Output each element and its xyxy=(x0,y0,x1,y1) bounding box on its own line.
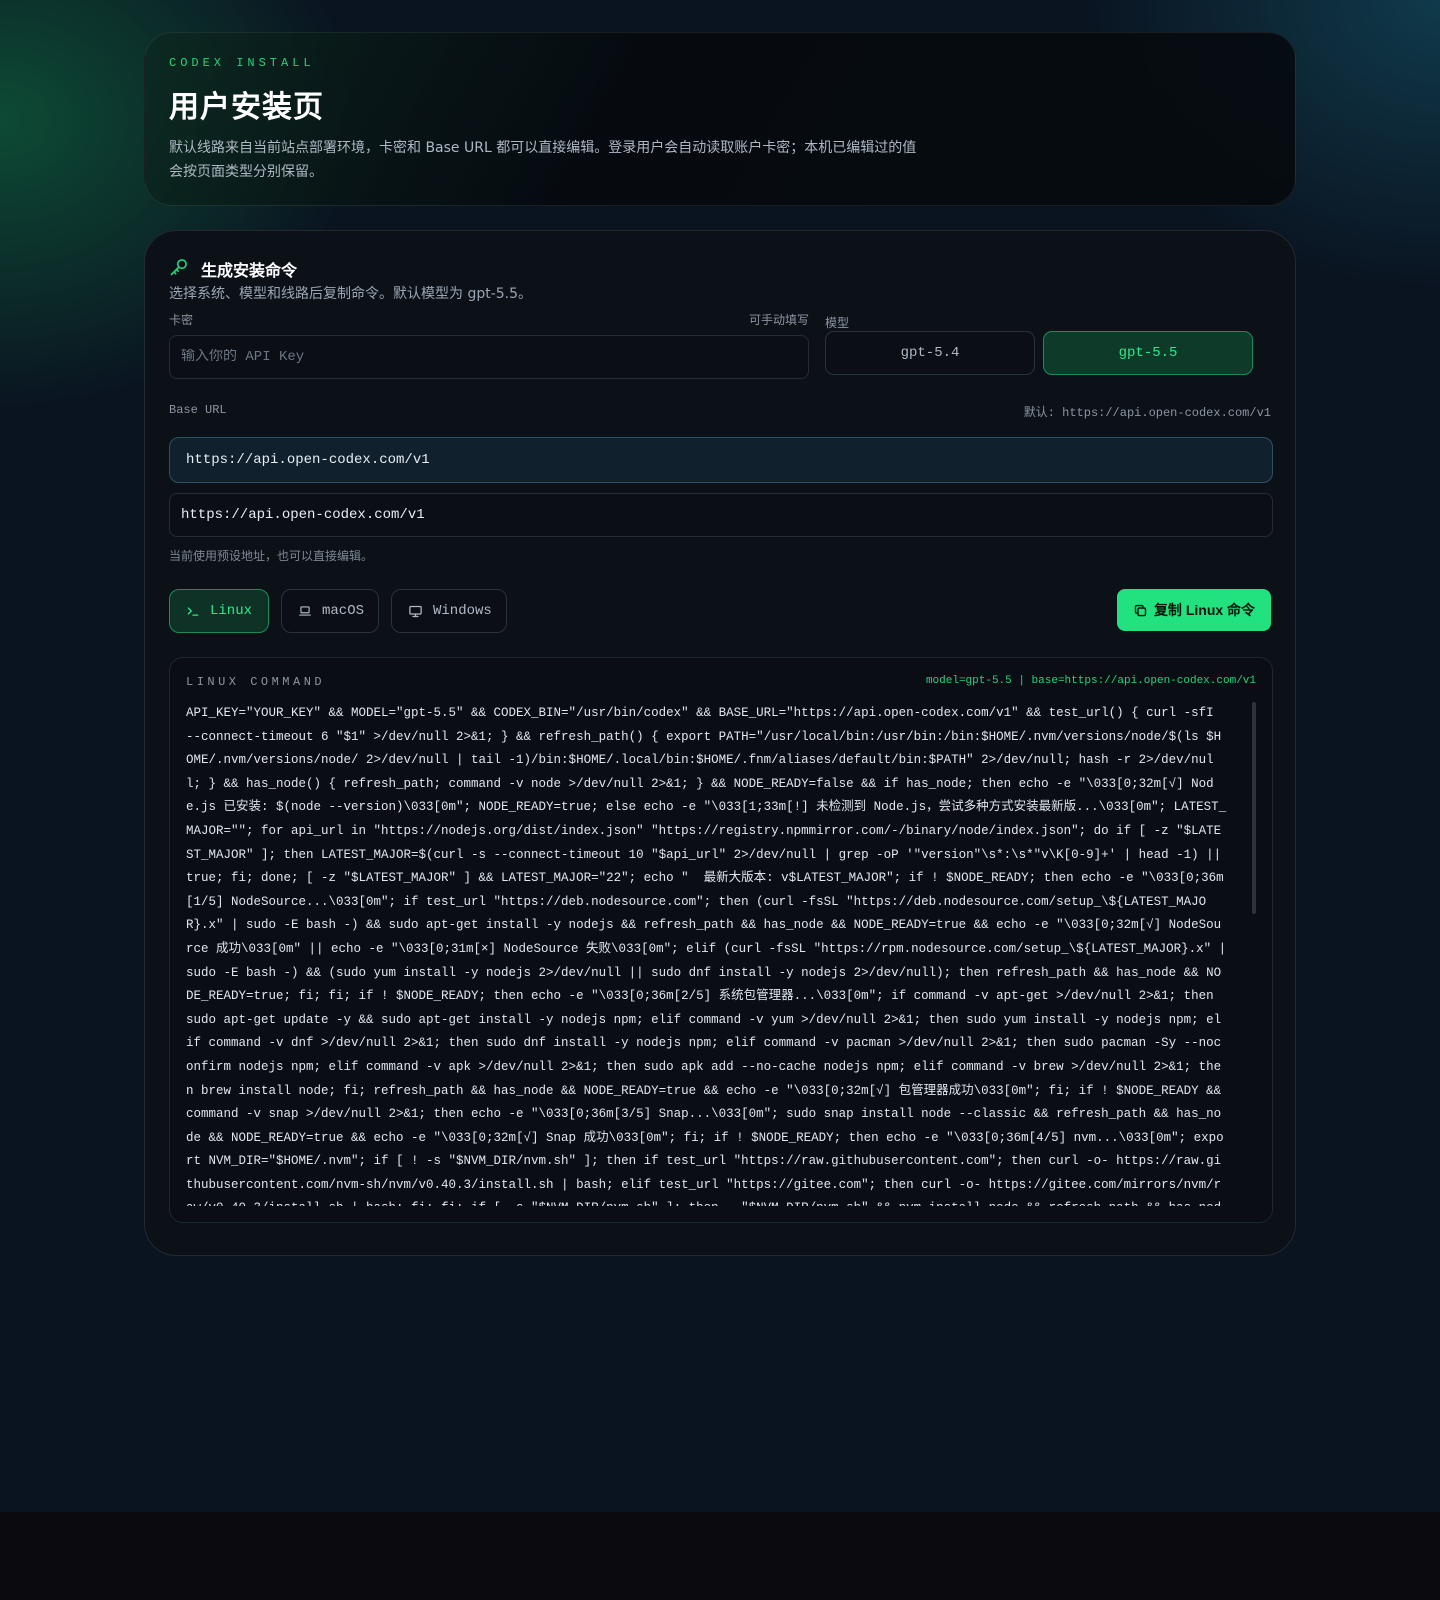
hero-eyebrow: CODEX INSTALL xyxy=(169,56,315,70)
model-option-gpt-5-4[interactable]: gpt-5.4 xyxy=(825,331,1035,375)
tab-windows[interactable]: Windows xyxy=(391,589,507,633)
tab-macos[interactable]: macOS xyxy=(281,589,379,633)
page-title: 用户安装页 xyxy=(169,90,324,125)
tab-label: macOS xyxy=(322,603,365,619)
copy-icon xyxy=(1133,603,1154,618)
key-icon xyxy=(169,257,189,281)
api-key-field xyxy=(169,335,809,379)
model-label: 模型 xyxy=(825,316,850,330)
api-key-input[interactable] xyxy=(181,349,808,365)
command-box: LINUX COMMAND model=gpt-5.5 | base=https… xyxy=(169,657,1273,1223)
section-subtitle: 选择系统、模型和线路后复制命令。默认模型为 gpt-5.5。 xyxy=(169,286,533,302)
base-url-field xyxy=(169,493,1273,537)
command-meta: model=gpt-5.5 | base=https://api.open-co… xyxy=(925,675,1256,687)
install-command-panel: 生成安装命令 选择系统、模型和线路后复制命令。默认模型为 gpt-5.5。 卡密… xyxy=(144,230,1296,1256)
base-url-preset-option[interactable]: https://api.open-codex.com/v1 xyxy=(169,437,1273,483)
section-header: 生成安装命令 xyxy=(169,257,297,281)
key-label: 卡密 xyxy=(169,313,194,327)
terminal-icon xyxy=(186,604,200,618)
laptop-icon xyxy=(298,604,312,618)
tab-linux[interactable]: Linux xyxy=(169,589,269,633)
base-url-preset-value: https://api.open-codex.com/v1 xyxy=(186,452,430,468)
command-text[interactable]: API_KEY="YOUR_KEY" && MODEL="gpt-5.5" &&… xyxy=(186,702,1228,1206)
hero-card: CODEX INSTALL 用户安装页 默认线路来自当前站点部署环境，卡密和 B… xyxy=(144,32,1296,206)
monitor-icon xyxy=(408,604,423,619)
model-option-label: gpt-5.5 xyxy=(1118,345,1178,361)
copy-button-label: 复制 Linux 命令 xyxy=(1153,602,1256,618)
tab-label: Linux xyxy=(210,603,253,619)
base-url-hint: 当前使用预设地址，也可以直接编辑。 xyxy=(169,549,374,563)
command-heading: LINUX COMMAND xyxy=(186,675,326,689)
base-url-default: 默认: https://api.open-codex.com/v1 xyxy=(1023,406,1271,420)
page-footer-strip xyxy=(0,1512,1440,1600)
model-option-gpt-5-5[interactable]: gpt-5.5 xyxy=(1043,331,1253,375)
model-option-label: gpt-5.4 xyxy=(900,345,960,361)
base-url-input[interactable] xyxy=(181,507,1272,523)
copy-command-button[interactable]: 复制 Linux 命令 xyxy=(1117,589,1271,631)
base-url-label: Base URL xyxy=(169,403,227,417)
section-title: 生成安装命令 xyxy=(201,261,298,280)
hero-description: 默认线路来自当前站点部署环境，卡密和 Base URL 都可以直接编辑。登录用户… xyxy=(169,140,917,180)
key-manual-hint: 可手动填写 xyxy=(749,313,810,327)
command-scrollbar[interactable] xyxy=(1252,702,1256,914)
tab-label: Windows xyxy=(433,603,492,619)
